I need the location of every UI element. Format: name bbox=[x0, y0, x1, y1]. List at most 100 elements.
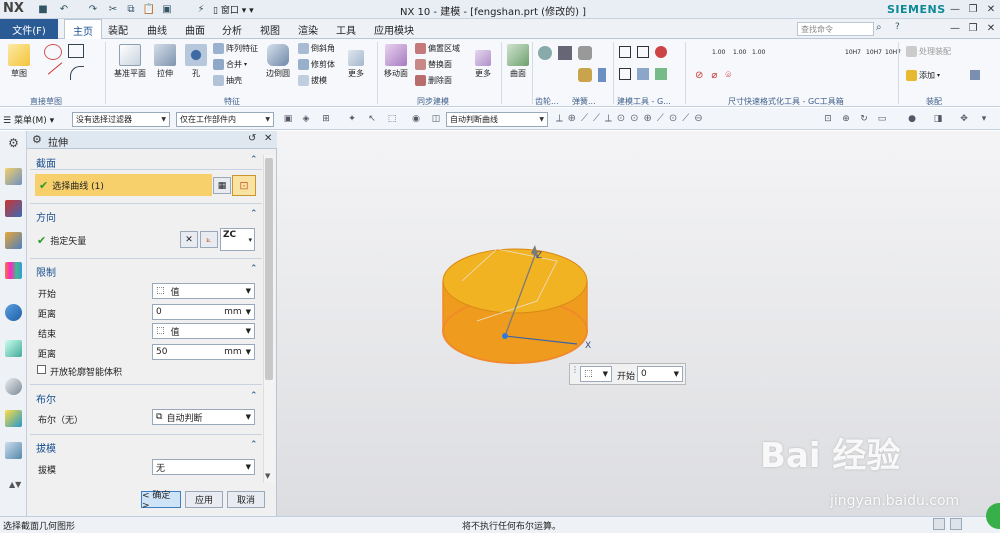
draft-button[interactable]: 拔模 bbox=[298, 75, 327, 86]
sketch-button[interactable]: 草图 bbox=[8, 44, 30, 79]
gear-icon[interactable] bbox=[538, 46, 552, 60]
trim-body-button[interactable]: 修剪体 bbox=[298, 59, 335, 70]
select-all-icon[interactable]: ▣ bbox=[282, 113, 294, 125]
thread-tool-icon[interactable] bbox=[637, 68, 649, 80]
rectangle-icon[interactable] bbox=[68, 44, 84, 58]
web-browser-icon[interactable] bbox=[5, 304, 22, 321]
undo-icon[interactable]: ↶ bbox=[57, 3, 71, 16]
help-icon[interactable]: ? bbox=[895, 22, 900, 32]
window-menu[interactable]: ▯ 窗口 ▾ ▾ bbox=[213, 3, 254, 16]
add-component-button[interactable]: 添加 ▾ bbox=[906, 70, 940, 81]
reset-icon[interactable]: ↺ bbox=[248, 133, 256, 144]
paste-icon[interactable]: 📋 bbox=[142, 3, 156, 16]
tab-tools[interactable]: 工具 bbox=[336, 22, 356, 37]
delete-face-button[interactable]: 删除面 bbox=[415, 75, 452, 86]
pmi-format-4[interactable]: 10H7 bbox=[845, 49, 861, 56]
tab-render[interactable]: 渲染 bbox=[298, 22, 318, 37]
gear-spring-tools[interactable] bbox=[538, 44, 606, 88]
command-finder-icon[interactable]: ⚡ bbox=[194, 3, 208, 16]
selection-filter-dropdown[interactable]: 没有选择过滤器 ▼ bbox=[72, 112, 170, 127]
copy-icon[interactable]: ⧉ bbox=[124, 3, 138, 16]
zoom-icon[interactable]: ⊕ bbox=[840, 113, 852, 125]
collapse-icon[interactable]: ⌃ bbox=[250, 264, 258, 274]
rotate-view-icon[interactable]: ↻ bbox=[858, 113, 870, 125]
tab-home[interactable]: 主页 bbox=[64, 19, 102, 40]
surface-button[interactable]: 曲面 bbox=[507, 44, 529, 79]
tab-surface[interactable]: 曲面 bbox=[185, 22, 205, 37]
gdt-symbol-row[interactable]: ⊘⌀⌾ bbox=[695, 70, 739, 81]
reuse-library-icon[interactable] bbox=[5, 262, 22, 279]
collapse-icon[interactable]: ⌃ bbox=[250, 440, 258, 450]
apply-button[interactable]: 应用 bbox=[185, 491, 223, 508]
pmi-format-5[interactable]: 10H7 bbox=[866, 49, 882, 56]
layer-icon[interactable]: ✥ bbox=[958, 113, 970, 125]
offset-region-button[interactable]: 偏置区域 bbox=[415, 43, 460, 54]
cut-icon[interactable]: ✂ bbox=[106, 3, 120, 16]
replace-face-button[interactable]: 替换面 bbox=[415, 59, 452, 70]
draft-dropdown[interactable]: 无 ▼ bbox=[152, 459, 255, 475]
spring-tool-icon[interactable] bbox=[598, 68, 606, 82]
pattern-feature-button[interactable]: 阵列特征 bbox=[213, 43, 258, 54]
render-style-icon[interactable]: ● bbox=[906, 113, 918, 125]
selection-scope-dropdown[interactable]: 仅在工作部件内 ▼ bbox=[176, 112, 274, 127]
shell-button[interactable]: 抽壳 bbox=[213, 75, 242, 86]
main-menu-button[interactable]: ☰ 菜单(M) ▾ bbox=[3, 113, 54, 126]
close-icon[interactable]: ✕ bbox=[984, 2, 998, 16]
fillet-curve-icon[interactable] bbox=[70, 66, 84, 80]
show-hide-icon[interactable]: ◉ bbox=[410, 113, 422, 125]
feature-more-button[interactable]: 更多 bbox=[348, 50, 364, 79]
assembly-constraints-button[interactable]: 处理装配 bbox=[906, 46, 951, 57]
boolean-dropdown[interactable]: ⧉ 自动判断 ▼ bbox=[152, 409, 255, 425]
status-window-icon[interactable] bbox=[933, 518, 945, 530]
tab-assembly[interactable]: 装配 bbox=[108, 22, 128, 37]
vector-dropdown[interactable]: ZC ▾ bbox=[220, 228, 255, 251]
toolbar-options-icon[interactable]: ▾ bbox=[978, 113, 990, 125]
spring-icon[interactable] bbox=[578, 46, 592, 60]
tab-applications[interactable]: 应用模块 bbox=[374, 22, 414, 37]
triangle-tool-icon[interactable] bbox=[619, 46, 631, 58]
doc-close-icon[interactable]: ✕ bbox=[984, 21, 998, 35]
doc-minimize-icon[interactable]: — bbox=[948, 21, 962, 35]
tab-view[interactable]: 视图 bbox=[260, 22, 280, 37]
gear-mesh-icon[interactable] bbox=[558, 46, 572, 60]
fit-view-icon[interactable]: ⊡ bbox=[822, 113, 834, 125]
constraint-navigator-icon[interactable] bbox=[5, 200, 22, 217]
tab-curve[interactable]: 曲线 bbox=[147, 22, 167, 37]
end-type-dropdown[interactable]: ⬚ 值 ▼ bbox=[152, 323, 255, 339]
part-navigator-icon[interactable] bbox=[5, 232, 22, 249]
reverse-direction-button[interactable]: ✕ bbox=[180, 231, 198, 248]
move-face-button[interactable]: 移动面 bbox=[384, 44, 408, 79]
popup-type-dropdown[interactable]: ⬚ ▼ bbox=[580, 366, 612, 382]
select-curve-row[interactable]: ✔ 选择曲线 (1) bbox=[35, 174, 212, 196]
repeat-icon[interactable]: ▣ bbox=[160, 3, 174, 16]
scroll-down-icon[interactable]: ▼ bbox=[265, 472, 270, 480]
minimize-icon[interactable]: — bbox=[948, 2, 962, 16]
doc-restore-icon[interactable]: ❐ bbox=[966, 21, 980, 35]
orient-view-icon[interactable]: ◨ bbox=[932, 113, 944, 125]
popup-start-input[interactable]: 0 ▼ bbox=[637, 366, 683, 382]
redo-icon[interactable]: ↷ bbox=[86, 3, 100, 16]
dialog-gear-icon[interactable]: ⚙ bbox=[32, 133, 42, 146]
assembly-navigator-icon[interactable] bbox=[5, 168, 22, 185]
compression-spring-icon[interactable] bbox=[578, 68, 592, 82]
dialog-close-icon[interactable]: ✕ bbox=[264, 133, 272, 144]
vector-dialog-button[interactable]: ⟀ bbox=[200, 231, 218, 248]
settings-gear-icon[interactable]: ⚙ bbox=[5, 136, 22, 153]
end-distance-input[interactable]: 50 mm ▼ bbox=[152, 344, 255, 360]
select-icon[interactable]: ↖ bbox=[366, 113, 378, 125]
restore-icon[interactable]: ❐ bbox=[966, 2, 980, 16]
deselect-icon[interactable]: ◈ bbox=[300, 113, 312, 125]
edge-blend-button[interactable]: 边倒圆 bbox=[266, 44, 290, 79]
tab-analysis[interactable]: 分析 bbox=[222, 22, 242, 37]
search-icon[interactable]: ⌕ bbox=[876, 22, 882, 33]
start-type-dropdown[interactable]: ⬚ 值 ▼ bbox=[152, 283, 255, 299]
pmi-format-1[interactable]: 1.00 bbox=[712, 49, 725, 56]
extrude-button[interactable]: 拉伸 bbox=[154, 44, 176, 79]
scrollbar-thumb[interactable] bbox=[265, 158, 273, 380]
cancel-button[interactable]: 取消 bbox=[227, 491, 265, 508]
snap-point-icon[interactable]: ⊞ bbox=[320, 113, 332, 125]
file-menu-tab[interactable]: 文件(F) bbox=[0, 19, 58, 39]
path-tool-icon[interactable] bbox=[619, 68, 631, 80]
pmi-format-3[interactable]: 1.00 bbox=[752, 49, 765, 56]
system-materials-icon[interactable] bbox=[5, 410, 22, 427]
